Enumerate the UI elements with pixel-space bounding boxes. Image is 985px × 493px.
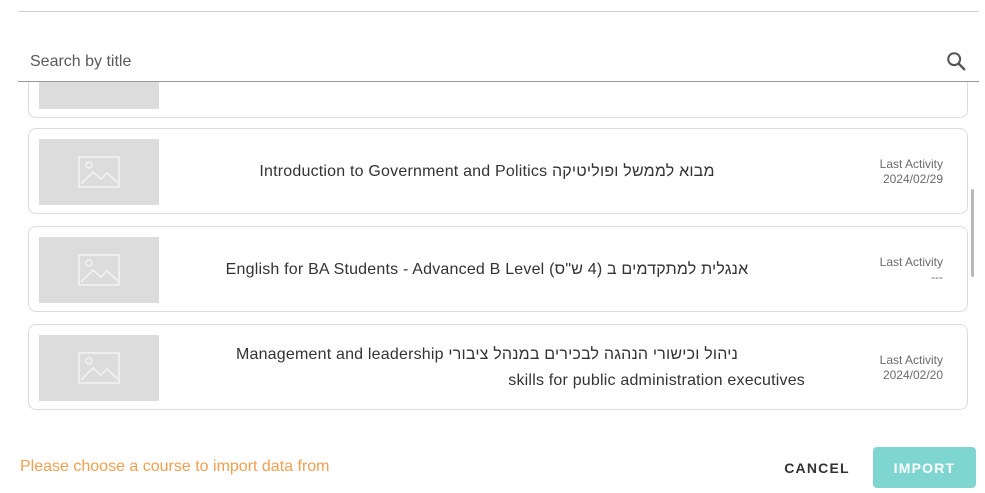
search-bar <box>18 46 979 82</box>
image-placeholder-icon <box>78 352 120 384</box>
course-title-line: skills for public administration executi… <box>508 372 805 389</box>
course-card[interactable]: Management and leadership ניהול וכישורי … <box>28 324 968 410</box>
last-activity: Last Activity 2024/02/20 <box>823 353 943 383</box>
course-title-line: Management and leadership ניהול וכישורי … <box>235 346 739 363</box>
search-icon[interactable] <box>945 50 967 72</box>
last-activity: Last Activity --- <box>823 255 943 285</box>
last-activity-date: 2024/02/20 <box>882 368 943 382</box>
course-title: Management and leadership ניהול וכישורי … <box>169 342 805 394</box>
course-card[interactable]: Introduction to Government and Politics … <box>28 128 968 214</box>
course-title: English for BA Students - Advanced B Lev… <box>225 261 749 278</box>
last-activity: Last Activity 2024/02/29 <box>823 157 943 187</box>
last-activity-date: --- <box>931 270 943 284</box>
list-scrollbar[interactable] <box>971 189 974 277</box>
course-thumbnail <box>39 82 159 109</box>
image-placeholder-icon <box>78 156 120 188</box>
top-divider <box>18 11 979 12</box>
cancel-button[interactable]: CANCEL <box>776 449 858 487</box>
status-message: Please choose a course to import data fr… <box>20 458 330 475</box>
import-button[interactable]: IMPORT <box>873 447 976 488</box>
course-thumbnail <box>39 139 159 205</box>
last-activity-label: Last Activity <box>879 255 943 269</box>
course-card[interactable]: English for BA Students - Advanced B Lev… <box>28 226 968 312</box>
course-thumbnail <box>39 237 159 303</box>
course-list: Introduction to Government and Politics … <box>28 82 970 420</box>
course-thumbnail <box>39 335 159 401</box>
search-input[interactable] <box>30 48 910 76</box>
course-title: Introduction to Government and Politics … <box>259 163 715 180</box>
image-placeholder-icon <box>78 254 120 286</box>
course-card-partial[interactable] <box>28 82 968 118</box>
last-activity-label: Last Activity <box>879 353 943 367</box>
last-activity-date: 2024/02/29 <box>882 172 943 186</box>
last-activity-label: Last Activity <box>879 157 943 171</box>
